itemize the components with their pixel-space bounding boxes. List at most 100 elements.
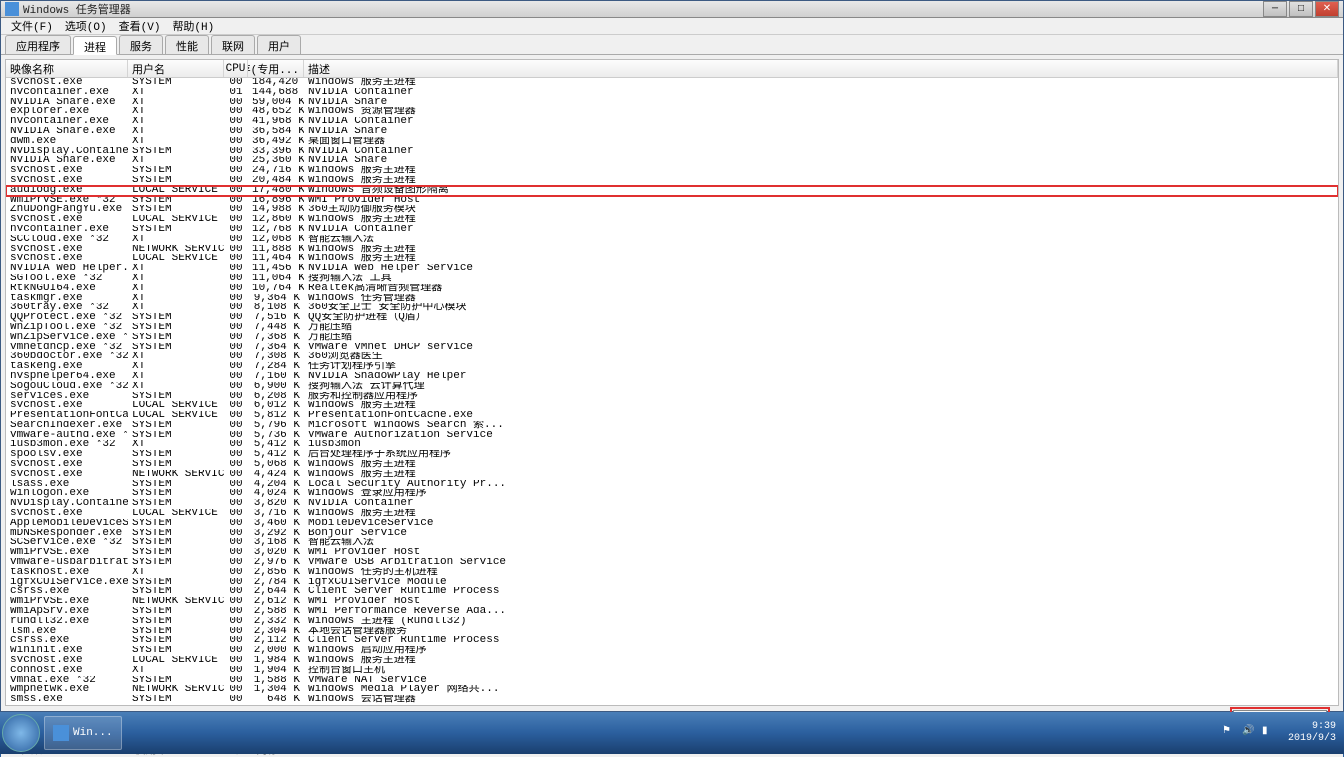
table-row[interactable]: nvsphelper64.exeXT007,160 KNVIDIA Shadow… <box>6 372 1338 382</box>
table-row[interactable]: lsm.exeSYSTEM002,304 K本地会话管理器服务 <box>6 627 1338 637</box>
table-row[interactable]: SGTool.exe *32XT0011,064 K搜狗输入法 工具 <box>6 274 1338 284</box>
cell-user: SYSTEM <box>128 333 224 343</box>
col-description[interactable]: 描述 <box>304 60 1338 77</box>
table-row[interactable]: WmiPrvSE.exeSYSTEM003,020 KWMI Provider … <box>6 548 1338 558</box>
minimize-button[interactable]: ─ <box>1263 1 1287 17</box>
table-row[interactable]: NVIDIA Share.exeXT0036,584 KNVIDIA Share <box>6 127 1338 137</box>
table-row[interactable]: RtkNGUI64.exeXT0010,764 KRealtek高清晰音频管理器 <box>6 284 1338 294</box>
table-row[interactable]: WmiPrvSE.exeNETWORK SERVICE002,612 KWMI … <box>6 597 1338 607</box>
menu-options[interactable]: 选项(O) <box>59 18 113 34</box>
table-row[interactable]: SCCloud.exe *32XT0012,068 K智能云输入法 <box>6 235 1338 245</box>
tray-network-icon[interactable]: ▮ <box>1262 725 1278 741</box>
tab-users[interactable]: 用户 <box>257 35 301 54</box>
table-row[interactable]: WnZipService.exe *32SYSTEM007,368 K万能压缩 <box>6 333 1338 343</box>
table-row[interactable]: svchost.exeLOCAL SERVICE006,012 KWindows… <box>6 401 1338 411</box>
table-row[interactable]: NVIDIA Web Helper.exe *32XT0011,456 KNVI… <box>6 264 1338 274</box>
table-row[interactable]: WmiPrvSE.exe *32SYSTEM0016,896 KWMI Prov… <box>6 196 1338 206</box>
table-row[interactable]: spoolsv.exeSYSTEM005,412 K后台处理程序子系统应用程序 <box>6 450 1338 460</box>
table-row[interactable]: igfxCUIService.exeSYSTEM002,784 KigfxCUI… <box>6 578 1338 588</box>
table-row[interactable]: taskhost.exeXT002,856 KWindows 任务的主机进程 <box>6 568 1338 578</box>
table-row[interactable]: dwm.exeXT0036,492 K桌面窗口管理器 <box>6 137 1338 147</box>
tab-services[interactable]: 服务 <box>119 35 163 54</box>
table-row[interactable]: taskeng.exeXT007,284 K任务计划程序引擎 <box>6 362 1338 372</box>
tab-processes[interactable]: 进程 <box>73 36 117 55</box>
col-memory[interactable]: 内存(专用... <box>248 60 304 77</box>
table-row[interactable]: svchost.exeLOCAL SERVICE003,716 KWindows… <box>6 509 1338 519</box>
table-row[interactable]: vmnat.exe *32SYSTEM001,588 KVMware NAT S… <box>6 676 1338 686</box>
table-row[interactable]: WmiApSrv.exeSYSTEM002,588 KWMI Performan… <box>6 607 1338 617</box>
table-row[interactable]: svchost.exeLOCAL SERVICE0012,860 KWindow… <box>6 215 1338 225</box>
tab-performance[interactable]: 性能 <box>165 35 209 54</box>
table-row[interactable]: NVDisplay.Container.exeSYSTEM0033,396 KN… <box>6 147 1338 157</box>
table-row[interactable]: SogouCloud.exe *32XT006,900 K搜狗输入法 云计算代理 <box>6 382 1338 392</box>
maximize-button[interactable]: □ <box>1289 1 1313 17</box>
titlebar[interactable]: Windows 任务管理器 ─ □ ✕ <box>1 1 1343 18</box>
process-table-body[interactable]: svchost.exeSYSTEM00184,420 KWindows 服务主进… <box>6 78 1338 705</box>
tray-flag-icon[interactable]: ⚑ <box>1222 725 1238 741</box>
table-row[interactable]: nvcontainer.exeXT0041,968 KNVIDIA Contai… <box>6 117 1338 127</box>
cell-name: svchost.exe <box>6 215 128 225</box>
table-row[interactable]: conhost.exeXT001,904 K控制台窗口主机 <box>6 666 1338 676</box>
table-row[interactable]: SCService.exe *32SYSTEM003,168 K智能云输入法 <box>6 538 1338 548</box>
cell-user: XT <box>128 372 224 382</box>
table-row[interactable]: ZhuDongFangYu.exe *32SYSTEM0014,988 K360… <box>6 205 1338 215</box>
table-row[interactable]: svchost.exeNETWORK SERVICE004,424 KWindo… <box>6 470 1338 480</box>
table-row[interactable]: AppleMobileDeviceService.exeSYSTEM003,46… <box>6 519 1338 529</box>
table-row[interactable]: NVIDIA Share.exeXT0059,004 KNVIDIA Share <box>6 98 1338 108</box>
cell-cpu: 00 <box>224 460 248 470</box>
taskbar-item-taskmgr[interactable]: Win... <box>44 716 122 750</box>
menu-file[interactable]: 文件(F) <box>5 18 59 34</box>
menu-help[interactable]: 帮助(H) <box>166 18 220 34</box>
table-row[interactable]: svchost.exeSYSTEM00184,420 KWindows 服务主进… <box>6 78 1338 88</box>
table-row[interactable]: wininit.exeSYSTEM002,000 KWindows 启动应用程序 <box>6 646 1338 656</box>
table-row[interactable]: vmnetdhcp.exe *32SYSTEM007,364 KVMware V… <box>6 343 1338 353</box>
table-row[interactable]: winlogon.exeSYSTEM004,024 KWindows 登录应用程… <box>6 489 1338 499</box>
table-row[interactable]: iusb3mon.exe *32XT005,412 Kiusb3mon <box>6 440 1338 450</box>
table-row[interactable]: explorer.exeXT0048,652 KWindows 资源管理器 <box>6 107 1338 117</box>
tray-clock[interactable]: 9:39 2019/9/3 <box>1288 721 1336 745</box>
table-row[interactable]: WnZipTool.exe *32SYSTEM007,448 K万能压缩 <box>6 323 1338 333</box>
table-row[interactable]: taskmgr.exeXT009,364 KWindows 任务管理器 <box>6 294 1338 304</box>
tab-applications[interactable]: 应用程序 <box>5 35 71 54</box>
table-row[interactable]: rundll32.exeSYSTEM002,332 KWindows 主进程 (… <box>6 617 1338 627</box>
system-tray[interactable]: ⚑ 🔊 ▮ 9:39 2019/9/3 <box>1220 721 1344 745</box>
table-row[interactable]: svchost.exeLOCAL SERVICE001,984 KWindows… <box>6 656 1338 666</box>
table-row[interactable]: lsass.exeSYSTEM004,204 KLocal Security A… <box>6 480 1338 490</box>
table-row[interactable]: nvcontainer.exeSYSTEM0012,768 KNVIDIA Co… <box>6 225 1338 235</box>
start-button[interactable] <box>2 714 40 752</box>
table-row[interactable]: audiodg.exeLOCAL SERVICE0017,480 KWindow… <box>6 186 1338 196</box>
close-button[interactable]: ✕ <box>1315 1 1339 17</box>
table-row[interactable]: NVDisplay.Container.exeSYSTEM003,820 KNV… <box>6 499 1338 509</box>
table-row[interactable]: csrss.exeSYSTEM002,644 KClient Server Ru… <box>6 587 1338 597</box>
cell-desc: Windows 任务管理器 <box>304 294 1338 304</box>
table-row[interactable]: smss.exeSYSTEM00648 KWindows 会话管理器 <box>6 695 1338 705</box>
col-cpu[interactable]: CPU <box>224 60 248 77</box>
table-row[interactable]: 360bdoctor.exe *32XT007,308 K360浏览器医生 <box>6 352 1338 362</box>
tray-volume-icon[interactable]: 🔊 <box>1242 725 1258 741</box>
table-row[interactable]: vmware-usbarbitrator64.exeSYSTEM002,976 … <box>6 558 1338 568</box>
table-row[interactable]: svchost.exeLOCAL SERVICE0011,464 KWindow… <box>6 254 1338 264</box>
col-image-name[interactable]: 映像名称 <box>6 60 128 77</box>
tab-networking[interactable]: 联网 <box>211 35 255 54</box>
table-row[interactable]: nvcontainer.exeXT01144,688 KNVIDIA Conta… <box>6 88 1338 98</box>
table-row[interactable]: 360tray.exe *32XT008,108 K360安全卫士 安全防护中心… <box>6 303 1338 313</box>
col-user[interactable]: 用户名 <box>128 60 224 77</box>
table-row[interactable]: vmware-authd.exe *32SYSTEM005,736 KVMwar… <box>6 431 1338 441</box>
cell-user: SYSTEM <box>128 196 224 206</box>
menu-view[interactable]: 查看(V) <box>113 18 167 34</box>
taskbar[interactable]: Win... ⚑ 🔊 ▮ 9:39 2019/9/3 <box>0 712 1344 754</box>
table-row[interactable]: svchost.exeSYSTEM0024,716 KWindows 服务主进程 <box>6 166 1338 176</box>
cell-cpu: 00 <box>224 676 248 686</box>
table-row[interactable]: svchost.exeNETWORK SERVICE0011,888 KWind… <box>6 245 1338 255</box>
table-row[interactable]: svchost.exeSYSTEM005,068 KWindows 服务主进程 <box>6 460 1338 470</box>
table-row[interactable]: SearchIndexer.exeSYSTEM005,796 KMicrosof… <box>6 421 1338 431</box>
table-row[interactable]: QQProtect.exe *32SYSTEM007,516 KQQ安全防护进程… <box>6 313 1338 323</box>
table-row[interactable]: csrss.exeSYSTEM002,112 KClient Server Ru… <box>6 636 1338 646</box>
table-row[interactable]: svchost.exeSYSTEM0020,484 KWindows 服务主进程 <box>6 176 1338 186</box>
table-row[interactable]: mDNSResponder.exeSYSTEM003,292 KBonjour … <box>6 529 1338 539</box>
table-row[interactable]: services.exeSYSTEM006,208 K服务和控制器应用程序 <box>6 392 1338 402</box>
cell-name: conhost.exe <box>6 666 128 676</box>
table-row[interactable]: NVIDIA Share.exeXT0025,360 KNVIDIA Share <box>6 156 1338 166</box>
table-row[interactable]: wmpnetwk.exeNETWORK SERVICE001,304 KWind… <box>6 685 1338 695</box>
table-row[interactable]: PresentationFontCache.exeLOCAL SERVICE00… <box>6 411 1338 421</box>
